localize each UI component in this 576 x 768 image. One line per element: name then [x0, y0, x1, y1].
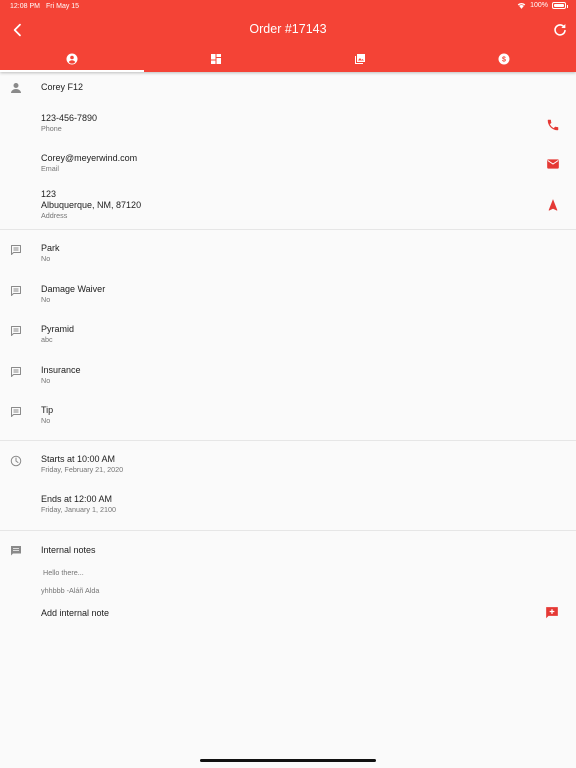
- comment-icon: [11, 245, 21, 255]
- comment-icon: [11, 326, 21, 336]
- customer-name: Corey F12: [41, 82, 84, 92]
- fields-section: Park No Damage Waiver No Pyramid abc Ins…: [0, 230, 576, 440]
- order-details: Corey F12 123-456-7890 Phone Corey@meyer…: [0, 72, 576, 641]
- tab-customer[interactable]: [0, 46, 144, 72]
- add-comment-icon[interactable]: [545, 606, 559, 620]
- field-value: No: [41, 376, 51, 385]
- status-date: Fri May 15: [46, 3, 80, 10]
- address-line1: 123: [41, 189, 57, 199]
- note-placeholder: Hello there...: [43, 568, 84, 577]
- phone-number: 123-456-7890: [41, 113, 98, 123]
- email-row[interactable]: Corey@meyerwind.com Email: [0, 153, 576, 174]
- header: Order #17143: [0, 18, 576, 42]
- address-label: Address: [41, 211, 68, 220]
- svg-text:$: $: [502, 57, 506, 64]
- page-title: Order #17143: [249, 22, 327, 36]
- field-row: Damage Waiver No: [0, 284, 576, 305]
- customer-section: Corey F12 123-456-7890 Phone Corey@meyer…: [0, 72, 576, 229]
- field-row: Tip No: [0, 405, 576, 426]
- status-time: 12:08 PM: [10, 3, 40, 10]
- tab-bar: $: [0, 46, 576, 72]
- tab-photos[interactable]: [288, 46, 432, 72]
- email-label: Email: [41, 164, 59, 173]
- start-time: Starts at 10:00 AM: [41, 454, 116, 464]
- customer-name-row: Corey F12: [0, 82, 576, 93]
- person-icon: [11, 83, 21, 93]
- field-title: Insurance: [41, 365, 81, 375]
- end-time: Ends at 12:00 AM: [41, 494, 113, 504]
- navigation-icon[interactable]: [546, 198, 560, 212]
- chat-icon: [11, 546, 21, 556]
- field-row: Insurance No: [0, 365, 576, 386]
- phone-row[interactable]: 123-456-7890 Phone: [0, 113, 576, 134]
- field-value: abc: [41, 335, 53, 344]
- email-address: Corey@meyerwind.com: [41, 153, 138, 163]
- field-value: No: [41, 416, 51, 425]
- end-date: Friday, January 1, 2100: [41, 505, 116, 514]
- field-row: Park No: [0, 243, 576, 264]
- add-note-label: Add internal note: [41, 608, 110, 618]
- app-bar: 12:08 PM Fri May 15 100% Order #17143 $: [0, 0, 576, 72]
- battery-icon: [552, 2, 568, 9]
- notes-title: Internal notes: [41, 545, 96, 555]
- comment-icon: [11, 286, 21, 296]
- field-value: No: [41, 254, 51, 263]
- note-entry: yhhbbb -Aláñ Alda: [41, 586, 100, 595]
- field-value: No: [41, 295, 51, 304]
- home-indicator: [200, 759, 376, 762]
- schedule-section: Starts at 10:00 AM Friday, February 21, …: [0, 441, 576, 530]
- end-time-row: Ends at 12:00 AM Friday, January 1, 2100: [0, 494, 576, 515]
- refresh-icon[interactable]: [552, 22, 568, 38]
- tab-payment[interactable]: $: [432, 46, 576, 72]
- status-bar: 12:08 PM Fri May 15 100%: [0, 0, 576, 14]
- tab-items[interactable]: [144, 46, 288, 72]
- comment-icon: [11, 407, 21, 417]
- field-row: Pyramid abc: [0, 324, 576, 345]
- wifi-icon: [517, 2, 526, 9]
- comment-icon: [11, 367, 21, 377]
- person-circle-icon: [66, 53, 78, 65]
- start-date: Friday, February 21, 2020: [41, 465, 124, 474]
- email-icon[interactable]: [546, 157, 560, 171]
- dashboard-icon: [211, 54, 221, 64]
- notes-section: Internal notes Hello there... yhhbbb -Al…: [0, 531, 576, 641]
- clock-icon: [10, 455, 22, 467]
- phone-icon[interactable]: [546, 118, 560, 132]
- status-right: 100%: [517, 2, 568, 9]
- start-time-row: Starts at 10:00 AM Friday, February 21, …: [0, 454, 576, 475]
- field-title: Tip: [41, 405, 54, 415]
- field-title: Damage Waiver: [41, 284, 106, 294]
- dollar-circle-icon: $: [498, 53, 510, 65]
- photo-library-icon: [355, 54, 365, 64]
- add-note-row[interactable]: Add internal note: [0, 606, 576, 620]
- address-row[interactable]: 123 Albuquerque, NM, 87120 Address: [0, 189, 576, 221]
- battery-percent: 100%: [530, 2, 548, 9]
- field-title: Park: [41, 243, 60, 253]
- phone-label: Phone: [41, 124, 62, 133]
- field-title: Pyramid: [41, 324, 75, 334]
- address-line2: Albuquerque, NM, 87120: [41, 200, 142, 210]
- notes-header: Internal notes: [0, 545, 576, 556]
